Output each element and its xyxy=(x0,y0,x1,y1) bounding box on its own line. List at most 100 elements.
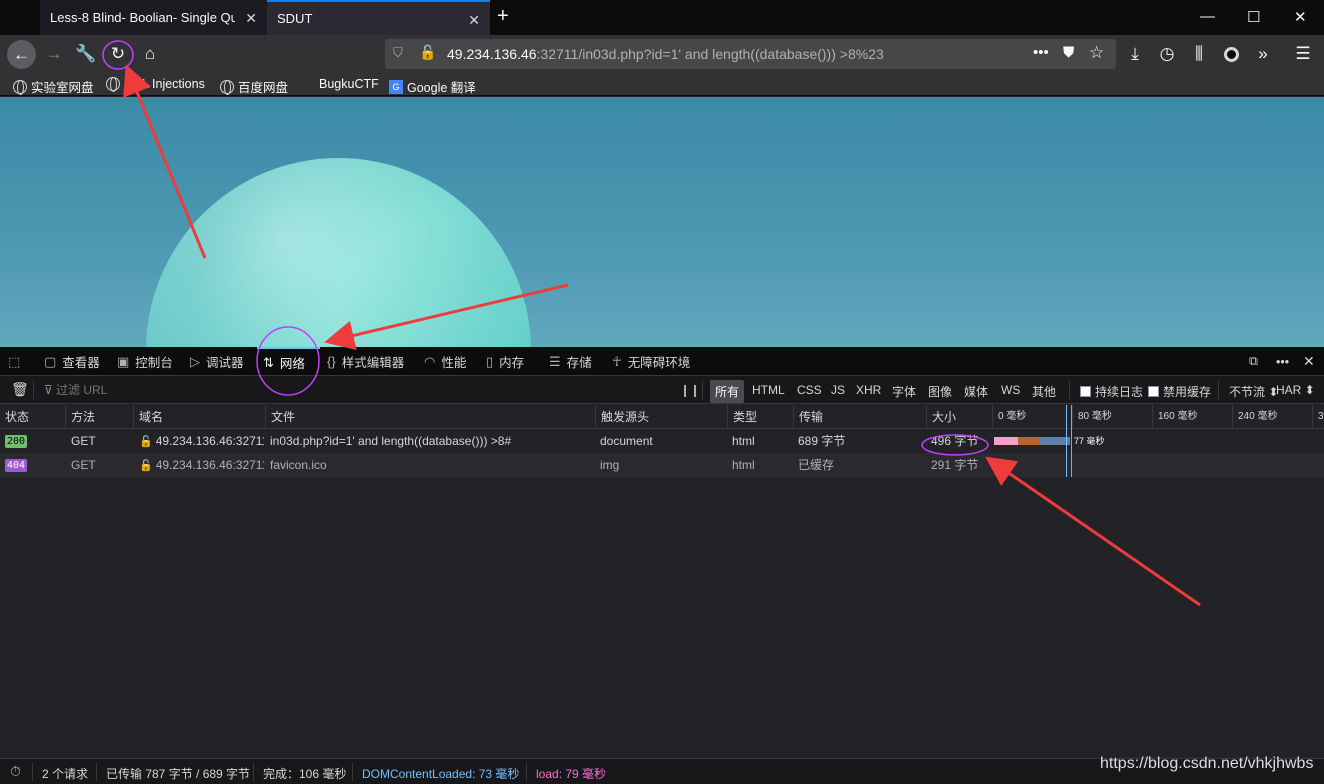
filter-type-image[interactable]: 图像 xyxy=(928,383,952,400)
filter-type-js[interactable]: JS xyxy=(831,383,845,397)
moon-shading xyxy=(146,158,531,347)
network-arrows-icon: ⇅ xyxy=(263,354,274,370)
bookmarks-toolbar: 实验室网盘 SQL Injections 百度网盘 BugkuCTF G Goog… xyxy=(0,73,1324,96)
trash-icon[interactable]: 🗑 xyxy=(11,381,29,398)
bookmark-bugkuctf[interactable]: BugkuCTF xyxy=(319,77,379,91)
url-path: :32711/in03d.php?id=1' and length((datab… xyxy=(536,46,884,62)
library-icon: ⫼ xyxy=(1195,44,1203,63)
divider xyxy=(33,381,34,399)
domain-text: 49.234.136.46:32711 xyxy=(155,434,264,448)
google-translate-icon: G xyxy=(389,79,403,94)
history-button[interactable]: ◷ xyxy=(1154,41,1180,67)
tab-strip: Less-8 Blind- Boolian- Single Qu ✕ SDUT … xyxy=(0,0,1324,35)
insecure-lock-icon[interactable]: 🔓 xyxy=(419,44,436,61)
filter-url-input[interactable] xyxy=(56,380,656,400)
library-button[interactable]: ⫼ xyxy=(1186,41,1212,67)
table-row[interactable]: 404 GET 🔓 49.234.136.46:32711 favicon.ico… xyxy=(0,453,1324,477)
devtools-tab-performance[interactable]: ◠ 性能 xyxy=(424,347,466,376)
minimize-button[interactable]: — xyxy=(1200,8,1215,25)
bookmark-sql-injections[interactable]: SQL Injections xyxy=(106,77,205,92)
filter-type-xhr[interactable]: XHR xyxy=(856,383,881,397)
devtools-tab-storage[interactable]: ☰ 存储 xyxy=(549,347,592,376)
disable-cache-checkbox[interactable]: 禁用缓存 xyxy=(1148,383,1211,400)
bookmark-baidu-disk[interactable]: 百度网盘 xyxy=(220,77,288,96)
extension-button[interactable] xyxy=(1218,41,1244,67)
tools-button[interactable]: 🔧 xyxy=(73,41,99,67)
url-bar[interactable]: ⛉ 🔓 49.234.136.46:32711/in03d.php?id=1' … xyxy=(385,39,1116,69)
dock-side-icon[interactable]: ⧉ xyxy=(1249,347,1258,376)
element-picker-button[interactable]: ⬚ xyxy=(8,347,26,376)
clock-icon: ◷ xyxy=(1159,44,1175,63)
shield-icon[interactable]: ⛉ xyxy=(393,45,403,61)
filter-icon: ⊽ xyxy=(44,383,53,397)
overflow-button[interactable]: » xyxy=(1250,41,1276,67)
column-size[interactable]: 大小 xyxy=(927,405,993,429)
filter-type-font[interactable]: 字体 xyxy=(892,383,916,400)
devtools-tab-label: 内存 xyxy=(499,356,525,370)
column-file[interactable]: 文件 xyxy=(266,405,596,429)
page-actions-icon[interactable]: ••• xyxy=(1033,44,1049,61)
maximize-button[interactable]: ☐ xyxy=(1247,8,1260,26)
devtools-tab-style-editor[interactable]: {} 样式编辑器 xyxy=(327,347,404,376)
close-tab-icon[interactable]: ✕ xyxy=(245,10,257,27)
status-cell: 200 xyxy=(5,429,28,453)
column-domain[interactable]: 域名 xyxy=(134,405,266,429)
close-devtools-icon[interactable]: ✕ xyxy=(1303,347,1315,376)
url-host: 49.234.136.46 xyxy=(447,46,537,62)
size-cell: 291 字节 xyxy=(931,458,979,472)
new-tab-button[interactable]: + xyxy=(497,5,509,28)
column-type[interactable]: 类型 xyxy=(728,405,794,429)
bookmark-lab-disk[interactable]: 实验室网盘 xyxy=(13,77,94,96)
column-transferred[interactable]: 传输 xyxy=(794,405,927,429)
filter-type-media[interactable]: 媒体 xyxy=(964,383,988,400)
inspector-icon: ▢ xyxy=(44,353,57,369)
tab-less8[interactable]: Less-8 Blind- Boolian- Single Qu ✕ xyxy=(40,0,267,35)
url-text[interactable]: 49.234.136.46:32711/in03d.php?id=1' and … xyxy=(447,46,884,62)
filter-type-css[interactable]: CSS xyxy=(797,383,822,397)
filter-type-html[interactable]: HTML xyxy=(752,383,785,397)
status-badge: 404 xyxy=(5,459,28,473)
filter-type-all[interactable]: 所有 xyxy=(710,380,745,403)
reload-button[interactable]: ↻ xyxy=(105,41,131,67)
filter-type-other[interactable]: 其他 xyxy=(1032,383,1056,400)
downloads-button[interactable]: ⤓ xyxy=(1122,41,1148,67)
bookmark-google-translate[interactable]: G Google 翻译 xyxy=(389,77,476,96)
timing-bar-connect xyxy=(1018,437,1040,445)
devtools-tab-accessibility[interactable]: ☥ 无障碍环境 xyxy=(612,347,690,376)
home-button[interactable]: ⌂ xyxy=(137,41,163,67)
close-window-button[interactable]: ✕ xyxy=(1294,8,1307,26)
column-status[interactable]: 状态 xyxy=(0,405,66,429)
pause-icon[interactable]: ❙❙ xyxy=(680,383,700,397)
close-tab-icon[interactable]: ✕ xyxy=(468,12,480,29)
performance-stopwatch-icon[interactable]: ⏱ xyxy=(10,763,21,780)
devtools-tab-label: 查看器 xyxy=(62,356,100,370)
devtools-tab-inspector[interactable]: ▢ 查看器 xyxy=(44,347,100,376)
devtools-tab-label: 网络 xyxy=(279,357,305,371)
timeline-tick: 160 毫秒 xyxy=(1153,405,1233,429)
filter-type-ws[interactable]: WS xyxy=(1001,383,1020,397)
throttle-select[interactable]: 不节流 ⬍ xyxy=(1229,383,1278,400)
cause-cell: img xyxy=(600,458,620,472)
devtools-tab-memory[interactable]: ▯ 内存 xyxy=(486,347,524,376)
tab-sdut[interactable]: SDUT ✕ xyxy=(267,0,490,35)
column-method[interactable]: 方法 xyxy=(66,405,134,429)
har-menu[interactable]: HAR ⬍ xyxy=(1276,383,1315,397)
devtools-tab-debugger[interactable]: ▷ 调试器 xyxy=(190,347,244,376)
persist-logs-checkbox[interactable]: 持续日志 xyxy=(1080,383,1143,400)
memory-chip-icon: ▯ xyxy=(486,353,494,369)
menu-button[interactable]: ☰ xyxy=(1290,41,1316,67)
checkbox-box xyxy=(1148,386,1159,397)
column-cause[interactable]: 触发源头 xyxy=(596,405,728,429)
devtools-tab-network[interactable]: ⇅ 网络 xyxy=(257,347,320,376)
table-row[interactable]: 200 GET 🔓 49.234.136.46:32711 in03d.php?i… xyxy=(0,429,1324,453)
devtools-tab-console[interactable]: ▣ 控制台 xyxy=(117,347,173,376)
pocket-icon[interactable]: ⛊ xyxy=(1063,44,1074,61)
load-line xyxy=(1071,405,1072,477)
transferred-summary: 已传输 787 字节 / 689 字节 xyxy=(106,767,251,781)
bookmark-star-icon[interactable]: ☆ xyxy=(1089,43,1104,63)
back-button[interactable]: ← xyxy=(7,40,36,69)
braces-icon: {} xyxy=(327,354,336,369)
devtools-more-icon[interactable]: ••• xyxy=(1276,347,1289,376)
forward-button[interactable]: → xyxy=(41,41,67,67)
load-time: load: 79 毫秒 xyxy=(536,767,607,781)
